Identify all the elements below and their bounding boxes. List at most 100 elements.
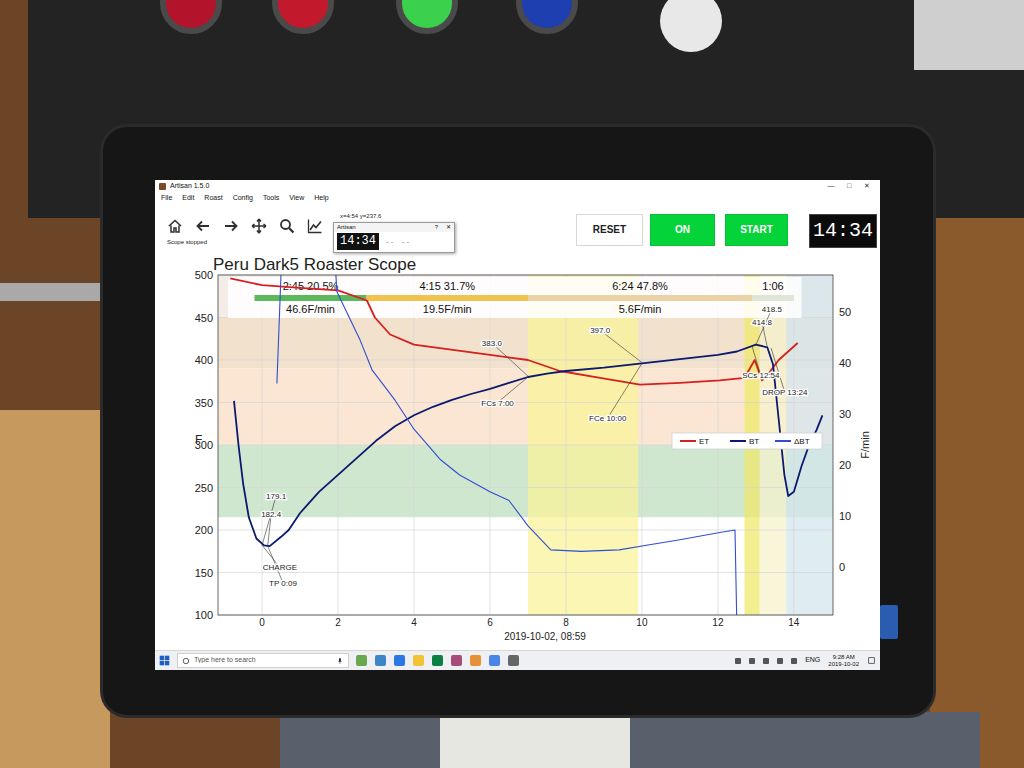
event-annotation: FCs 7:00 [481, 399, 514, 408]
phase-bar [367, 295, 528, 301]
window-controls: —□✕ [822, 180, 876, 192]
red-lamp [272, 0, 334, 34]
forward-arrow-icon[interactable] [223, 218, 239, 234]
chart-icon[interactable] [307, 218, 323, 234]
annotation-leader [771, 348, 785, 392]
app-icon[interactable] [413, 655, 424, 666]
windows-start-icon[interactable] [159, 655, 170, 666]
taskbar: ENG 9:28 AM2019-10-02 [155, 650, 880, 670]
cursor-readout: x=4:54 y=237.6 [340, 212, 576, 220]
y-tick-label: 200 [195, 524, 213, 536]
x-tick-label: 12 [712, 617, 724, 628]
microphone-icon[interactable] [336, 657, 344, 665]
toolbar: Scope stopped x=4:54 y=237.6RESETON START 1… [155, 204, 880, 250]
legend-label: BT [749, 437, 759, 446]
legend-box [672, 433, 822, 449]
timer-window[interactable]: Artisan?✕14:34---- [333, 222, 455, 253]
menu-item[interactable]: File [161, 192, 172, 204]
event-annotation: 179.1 [266, 492, 287, 501]
tray-icon[interactable] [763, 658, 769, 664]
tray-icon[interactable] [777, 658, 783, 664]
artisan-icon [159, 183, 166, 190]
temperature-band [218, 445, 833, 517]
toolbar-button[interactable]: RESET [576, 214, 643, 246]
window-title: Artisan 1.5.0 [170, 180, 209, 192]
event-annotation: CHARGE [263, 563, 297, 572]
metal-strip [0, 283, 110, 301]
series-line [277, 275, 737, 615]
app-icon[interactable] [508, 655, 519, 666]
plot-area [218, 275, 833, 615]
pan-icon[interactable] [251, 218, 267, 234]
event-annotation: 418.5 [762, 305, 783, 314]
app-icon[interactable] [375, 655, 386, 666]
control-knob [660, 0, 722, 52]
maker-plate [914, 0, 1024, 70]
app-icon[interactable] [451, 655, 462, 666]
app-icon[interactable] [356, 655, 367, 666]
app-icon[interactable] [470, 655, 481, 666]
notification-icon[interactable] [867, 656, 876, 665]
taskbar-clock[interactable]: 9:28 AM2019-10-02 [828, 654, 859, 668]
menu-item[interactable]: Edit [182, 192, 194, 204]
toolbar-nav: Scope stopped [155, 204, 330, 250]
taskbar-search [177, 653, 349, 668]
event-annotation: DROP 13:24 [762, 388, 808, 397]
menu-item[interactable]: View [289, 192, 304, 204]
app-icon[interactable] [489, 655, 500, 666]
x-tick-label: 2 [335, 617, 341, 628]
timer-window-control[interactable]: ? [435, 223, 438, 232]
annotation-leader [756, 309, 772, 345]
annotation-leader [608, 363, 642, 417]
event-annotation: TP 0:09 [269, 579, 297, 588]
menu-bar: File Edit Roast Config Tools View Help [155, 192, 880, 204]
toolbar-actions: RESETONSTART14:34 [576, 204, 880, 250]
home-icon[interactable] [167, 218, 183, 234]
chart-title: Peru Dark5 Roaster Scope [213, 255, 416, 274]
app-icon[interactable] [432, 655, 443, 666]
tray-icon[interactable] [791, 658, 797, 664]
phase-bar [254, 295, 366, 301]
tray-icon[interactable] [749, 658, 755, 664]
y-tick-label: 500 [195, 269, 213, 281]
blue-lamp [516, 0, 578, 34]
series-group [230, 275, 822, 615]
series-line [230, 278, 798, 384]
cpu-sticker [880, 605, 898, 639]
toolbar-button[interactable]: ON [650, 214, 715, 246]
zoom-icon[interactable] [279, 218, 295, 234]
legend-swatch [730, 440, 746, 442]
app-icon[interactable] [394, 655, 405, 666]
phase-label: 6:24 47.8% [612, 280, 668, 292]
search-ring-icon [182, 657, 190, 665]
red-lamp [160, 0, 222, 34]
menu-item[interactable]: Roast [204, 192, 222, 204]
phase-rate: 19.5F/min [423, 303, 472, 315]
toolbar-button[interactable]: START [725, 214, 788, 246]
timer-window-lcd: 14:34 [337, 233, 379, 250]
input-language[interactable]: ENG [805, 655, 820, 666]
clock-time: 9:28 AM [828, 654, 859, 661]
y2-tick-label: 20 [839, 459, 851, 471]
phase-bar [528, 295, 752, 301]
menu-item[interactable]: Help [314, 192, 328, 204]
phase-rate: 5.6F/min [619, 303, 662, 315]
window-control-button[interactable]: ✕ [858, 180, 876, 192]
back-arrow-icon[interactable] [195, 218, 211, 234]
window-control-button[interactable]: — [822, 180, 840, 192]
system-tray: ENG 9:28 AM2019-10-02 [735, 654, 876, 668]
menu-item[interactable]: Tools [263, 192, 279, 204]
grid-line [218, 530, 833, 531]
y-tick-label: 250 [195, 482, 213, 494]
y-tick-label: 450 [195, 312, 213, 324]
phase-rate: 46.6F/min [286, 303, 335, 315]
event-annotation: SCs 12:54 [742, 371, 780, 380]
menu-item[interactable]: Config [233, 192, 253, 204]
temperature-band [218, 275, 833, 318]
tray-icon[interactable] [735, 658, 741, 664]
window-control-button[interactable]: □ [840, 180, 858, 192]
search-field[interactable] [194, 655, 332, 666]
x-tick-label: 10 [636, 617, 648, 628]
wood-board [0, 410, 110, 768]
timer-window-control[interactable]: ✕ [446, 223, 451, 232]
